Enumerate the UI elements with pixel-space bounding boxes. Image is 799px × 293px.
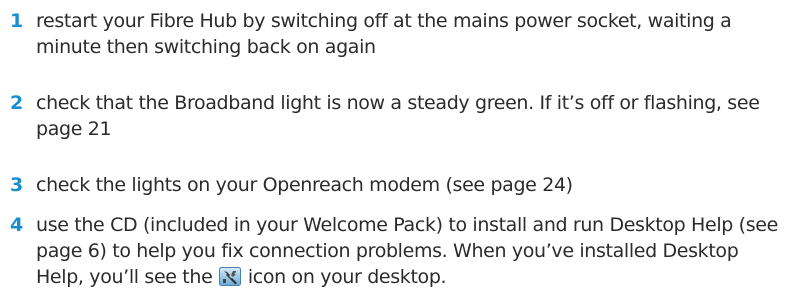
step-text-part: icon on your desktop. bbox=[247, 266, 447, 288]
step-text: check the lights on your Openreach modem… bbox=[36, 174, 573, 196]
step-number: 4 bbox=[10, 214, 23, 236]
step-item: 2 check that the Broadband light is now … bbox=[10, 90, 790, 142]
step-item: 4 use the CD (included in your Welcome P… bbox=[10, 212, 790, 290]
step-item: 1 restart your Fibre Hub by switching of… bbox=[10, 8, 790, 60]
step-text: check that the Broadband light is now a … bbox=[36, 92, 760, 140]
step-item: 3 check the lights on your Openreach mod… bbox=[10, 172, 790, 198]
step-number: 1 bbox=[10, 10, 23, 32]
step-text-with-icon: use the CD (included in your Welcome Pac… bbox=[36, 212, 790, 290]
step-text: restart your Fibre Hub by switching off … bbox=[36, 10, 732, 58]
step-number: 3 bbox=[10, 174, 23, 196]
desktop-help-icon bbox=[219, 267, 242, 286]
step-number: 2 bbox=[10, 92, 23, 114]
numbered-instructions: 1 restart your Fibre Hub by switching of… bbox=[0, 0, 799, 288]
